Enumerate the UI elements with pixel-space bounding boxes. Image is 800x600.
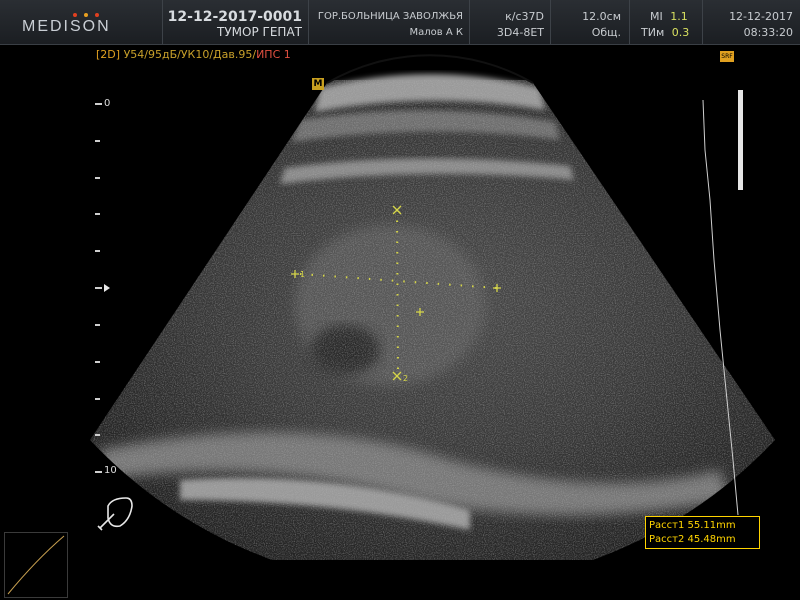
gain-curve-box xyxy=(4,532,68,598)
patient-id: 12-12-2017-0001 xyxy=(167,9,302,25)
tim-value: 0.3 xyxy=(671,26,690,39)
header-bar: MEDISON 12-12-2017-0001 ТУМОР ГЕПАТ ГОР.… xyxy=(0,0,800,45)
measurement-2: Расст2 45.48mm xyxy=(649,533,757,547)
measurement-results: Расст1 55.11mm Расст2 45.48mm xyxy=(645,516,760,549)
datetime-cell: 12-12-2017 08:33:20 xyxy=(702,0,800,44)
depth-scale xyxy=(95,103,102,473)
hospital-name: ГОР.БОЛЬНИЦА ЗАВОЛЖЬЯ xyxy=(317,11,463,22)
safety-index-cell: MI 1.1 ТИм 0.3 xyxy=(629,0,702,44)
measurement-2-label: Расст2 xyxy=(649,534,685,545)
measurement-1-value: 55.11mm xyxy=(687,520,736,531)
settings-text: У54/95дБ/УК10/Дав.95/ xyxy=(123,48,257,61)
application-name: Общ. xyxy=(591,26,621,39)
measurement-1: Расст1 55.11mm xyxy=(649,519,757,533)
preset-name: к/с37D xyxy=(505,10,544,23)
brand-dot-2-icon xyxy=(84,13,88,17)
probe-name: 3D4-8ET xyxy=(496,26,544,39)
exam-date: 12-12-2017 xyxy=(729,10,793,23)
measurement-1-label: Расст1 xyxy=(649,520,685,531)
probe-cell: к/с37D 3D4-8ET xyxy=(469,0,550,44)
image-parameters: [2D] У54/95дБ/УК10/Дав.95/ИПС 1 xyxy=(96,48,291,61)
ultrasound-image: 1 2 xyxy=(7,54,775,595)
caliper-1-label: 1 xyxy=(300,270,305,279)
liver-body-mark-icon xyxy=(97,497,133,531)
measurement-2-value: 45.48mm xyxy=(687,534,736,545)
grayscale-bar xyxy=(738,90,743,190)
depth-cell: 12.0см Общ. xyxy=(550,0,629,44)
brand-logo: MEDISON xyxy=(22,18,111,35)
focus-marker-icon[interactable] xyxy=(104,284,110,292)
depth-value: 12.0см xyxy=(582,10,621,23)
srf-icon: SRF xyxy=(720,51,734,62)
orientation-marker-icon: M xyxy=(312,78,324,90)
patient-cell: 12-12-2017-0001 ТУМОР ГЕПАТ xyxy=(162,0,308,44)
caliper-2-label: 2 xyxy=(403,374,408,383)
depth-label-bottom: 10 xyxy=(104,465,117,476)
brand-dot-3-icon xyxy=(95,13,99,17)
tim-label: ТИм xyxy=(641,26,665,39)
depth-label-top: 0 xyxy=(104,98,111,109)
exam-time: 08:33:20 xyxy=(743,26,793,39)
mode-tag: [2D] xyxy=(96,48,121,61)
mi-value: 1.1 xyxy=(670,10,688,23)
mi-label: MI xyxy=(650,10,663,23)
ips-text: ИПС 1 xyxy=(256,48,291,61)
operator-name: Малов А К xyxy=(409,27,463,38)
study-name: ТУМОР ГЕПАТ xyxy=(217,25,302,39)
hospital-cell: ГОР.БОЛЬНИЦА ЗАВОЛЖЬЯ Малов А К xyxy=(308,0,469,44)
brand-dot-1-icon xyxy=(73,13,77,17)
